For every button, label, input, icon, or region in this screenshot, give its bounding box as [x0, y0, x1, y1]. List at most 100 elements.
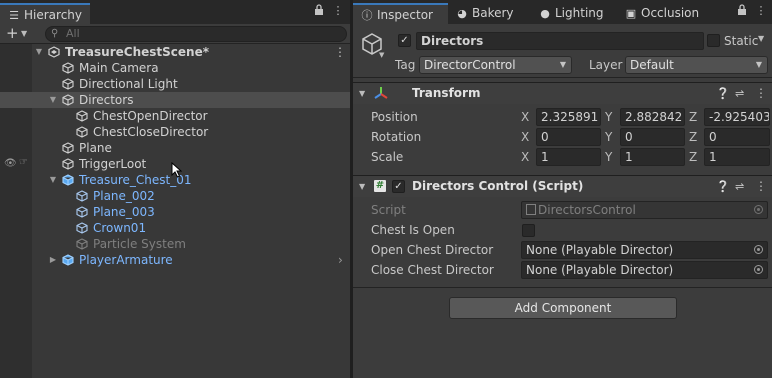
hierarchy-item-label: Directional Light	[79, 77, 178, 91]
kebab-menu-icon[interactable]: ⋮	[755, 83, 767, 104]
lock-icon[interactable]	[735, 4, 749, 18]
hierarchy-row[interactable]: ChestOpenDirector	[0, 108, 350, 124]
search-icon: ⚲	[51, 28, 59, 39]
chevron-down-icon: ▼	[755, 60, 762, 69]
hierarchy-row[interactable]: Plane_002	[0, 188, 350, 204]
hierarchy-item-label: ChestOpenDirector	[93, 109, 208, 123]
layer-dropdown[interactable]: Default ▼	[625, 56, 768, 74]
tab-label: Lighting	[555, 6, 604, 20]
visibility-eye-icon[interactable]: 👁	[4, 158, 17, 169]
scale-x-field[interactable]: 1	[536, 148, 601, 166]
hierarchy-row[interactable]: Plane	[0, 140, 350, 156]
open-chest-director-label: Open Chest Director	[371, 243, 494, 257]
transform-title: Transform	[412, 86, 481, 100]
transform-header[interactable]: ▼ Transform ❔ ⇌ ⋮	[353, 82, 772, 104]
kebab-menu-icon[interactable]: ⋮	[754, 4, 768, 18]
layer-label: Layer	[589, 58, 623, 72]
hierarchy-item-label: PlayerArmature	[79, 253, 173, 267]
hierarchy-item-label: Particle System	[93, 237, 186, 251]
rotation-x-field[interactable]: 0	[536, 128, 601, 146]
static-checkbox[interactable]	[707, 34, 720, 47]
hierarchy-item-label: Plane_002	[93, 189, 155, 203]
bulb-icon: ●	[540, 7, 550, 20]
static-dropdown-icon[interactable]: ▼	[758, 34, 764, 43]
open-chest-director-value: None (Playable Director)	[526, 243, 674, 257]
add-component-button[interactable]: Add Component	[449, 297, 677, 319]
pickable-hand-icon[interactable]: ☞	[19, 157, 28, 168]
foldout-expanded-icon[interactable]: ▼	[48, 92, 58, 108]
object-name-field[interactable]: Directors	[416, 32, 704, 50]
close-chest-director-field[interactable]: None (Playable Director)	[521, 261, 768, 279]
scale-label: Scale	[371, 150, 404, 164]
hierarchy-item-label: Crown01	[93, 221, 147, 235]
rotation-y-field[interactable]: 0	[620, 128, 685, 146]
hierarchy-row[interactable]: ▼ Directors	[0, 92, 350, 108]
object-picker-icon	[754, 205, 763, 214]
axis-label-z: Z	[689, 150, 698, 164]
tab-bakery[interactable]: ◕ Bakery	[448, 3, 522, 24]
tab-inspector[interactable]: ⓘ Inspector	[353, 3, 448, 24]
position-y-field[interactable]: 2.882842	[620, 108, 685, 126]
script-component-header[interactable]: ▼ # ✓ Directors Control (Script) ❔ ⇌ ⋮	[353, 175, 772, 197]
help-icon[interactable]: ❔	[716, 83, 730, 104]
rotation-z-field[interactable]: 0	[704, 128, 770, 146]
tab-lighting[interactable]: ● Lighting	[531, 3, 612, 24]
hierarchy-item-label: ChestCloseDirector	[93, 125, 209, 139]
gameobject-icon	[62, 62, 74, 74]
foldout-arrow-icon[interactable]: ▼	[359, 83, 365, 104]
hierarchy-row[interactable]: Main Camera	[0, 60, 350, 76]
active-checkbox[interactable]: ✓	[398, 34, 411, 47]
gameobject-icon	[76, 238, 88, 250]
script-value: DirectorsControl	[538, 203, 636, 217]
gameobject-icon	[76, 206, 88, 218]
object-picker-icon[interactable]	[754, 265, 763, 274]
chest-is-open-checkbox[interactable]	[522, 224, 535, 237]
gameobject-icon	[62, 78, 74, 90]
position-z-field[interactable]: -2.925403	[704, 108, 770, 126]
chevron-down-icon[interactable]: ▼	[379, 51, 384, 59]
foldout-arrow-icon[interactable]: ▼	[359, 176, 365, 197]
open-prefab-arrow-icon[interactable]: ›	[338, 252, 343, 268]
hierarchy-item-label: Plane	[79, 141, 112, 155]
chest-is-open-label: Chest Is Open	[371, 223, 455, 237]
scale-z-field[interactable]: 1	[704, 148, 770, 166]
tab-hierarchy[interactable]: ☰ Hierarchy	[0, 3, 91, 24]
hierarchy-item-label: Main Camera	[79, 61, 159, 75]
tab-occlusion[interactable]: ▣ Occlusion	[617, 3, 707, 24]
kebab-menu-icon[interactable]: ⋮	[331, 4, 345, 18]
search-input[interactable]: ⚲ All	[45, 26, 347, 42]
position-x-field[interactable]: 2.325891	[536, 108, 601, 126]
hierarchy-row[interactable]: Particle System	[0, 236, 350, 252]
hierarchy-row[interactable]: Directional Light	[0, 76, 350, 92]
foldout-expanded-icon[interactable]: ▼	[48, 172, 58, 188]
hierarchy-row[interactable]: ▼ TreasureChestScene* ⋮	[0, 44, 350, 60]
hierarchy-row[interactable]: Crown01	[0, 220, 350, 236]
preset-icon[interactable]: ⇌	[735, 176, 744, 197]
preset-icon[interactable]: ⇌	[735, 83, 744, 104]
hierarchy-row[interactable]: ChestCloseDirector	[0, 124, 350, 140]
close-chest-director-value: None (Playable Director)	[526, 263, 674, 277]
hierarchy-row[interactable]: ▶ PlayerArmature ›	[0, 252, 350, 268]
add-icon[interactable]: +	[6, 25, 19, 41]
help-icon[interactable]: ❔	[716, 176, 730, 197]
scale-y-field[interactable]: 1	[620, 148, 685, 166]
hierarchy-item-label: Plane_003	[93, 205, 155, 219]
axis-label-y: Y	[605, 130, 613, 144]
foldout-collapsed-icon[interactable]: ▶	[48, 252, 58, 268]
kebab-menu-icon[interactable]: ⋮	[755, 176, 767, 197]
script-component-title: Directors Control (Script)	[412, 179, 584, 193]
inspector-panel: ⓘ Inspector ◕ Bakery ● Lighting ▣ Occlusion …	[353, 0, 772, 378]
open-chest-director-field[interactable]: None (Playable Director)	[521, 241, 768, 259]
hierarchy-row[interactable]: Plane_003	[0, 204, 350, 220]
component-enabled-checkbox[interactable]: ✓	[392, 180, 405, 193]
object-picker-icon[interactable]	[754, 245, 763, 254]
hierarchy-item-label: Directors	[79, 93, 134, 107]
tag-dropdown[interactable]: DirectorControl ▼	[419, 56, 572, 74]
foldout-expanded-icon[interactable]: ▼	[34, 44, 44, 60]
lock-icon[interactable]	[312, 4, 326, 18]
axis-label-z: Z	[689, 130, 698, 144]
kebab-menu-icon[interactable]: ⋮	[334, 44, 346, 60]
axis-label-x: X	[521, 110, 530, 124]
chevron-down-icon[interactable]: ▼	[21, 26, 27, 42]
tab-label: Bakery	[472, 6, 514, 20]
